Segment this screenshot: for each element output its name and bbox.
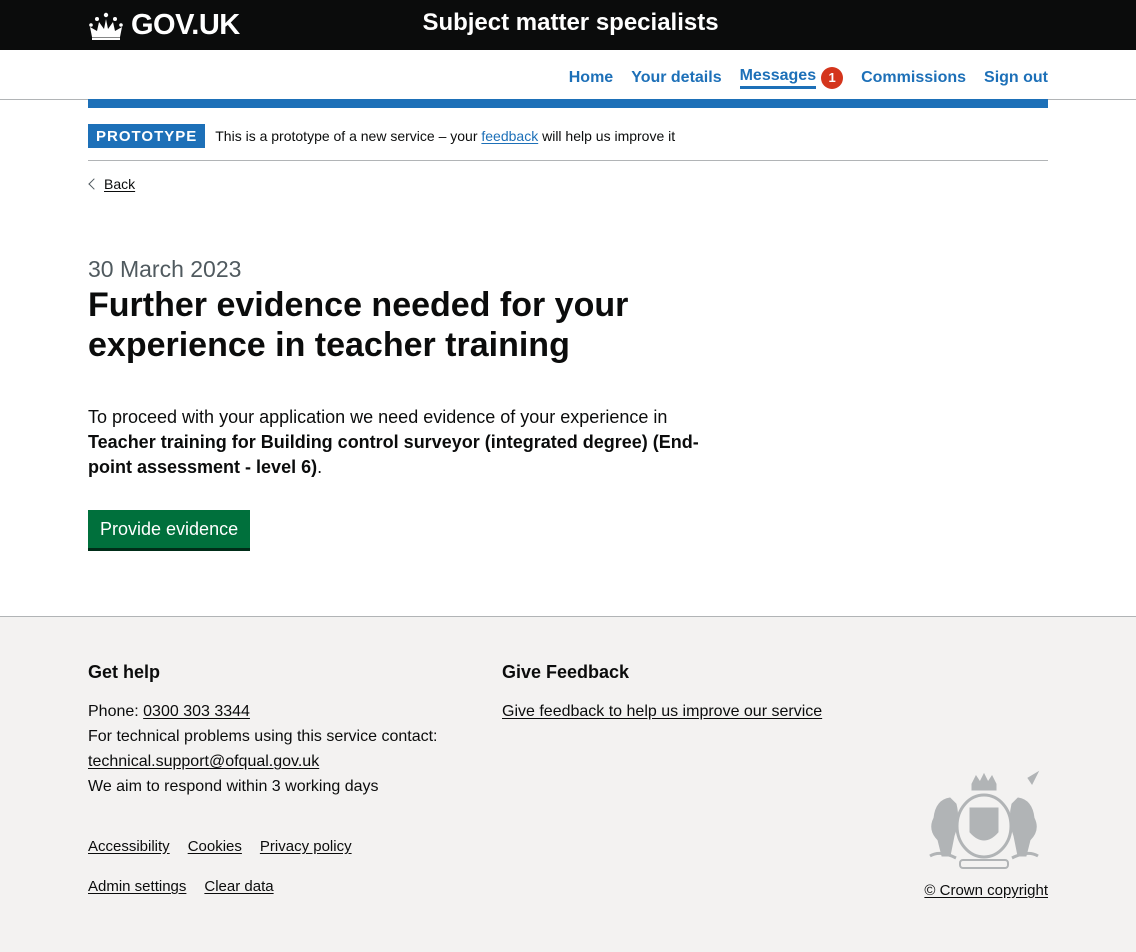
phone-line: Phone: 0300 303 3344	[88, 699, 437, 724]
nav-label: Messages	[739, 67, 817, 89]
chevron-left-icon	[88, 178, 100, 190]
nav-label: Commissions	[861, 69, 967, 86]
privacy-policy-link[interactable]: Privacy policy	[260, 838, 352, 855]
admin-settings-link[interactable]: Admin settings	[88, 878, 186, 895]
phase-tag: PROTOTYPE	[88, 124, 206, 148]
body-text: To proceed with your application we need…	[88, 405, 708, 480]
phase-text-before: This is a prototype of a new service – y…	[215, 128, 482, 144]
site-footer: Get help Phone: 0300 303 3344 For techni…	[0, 616, 1136, 952]
messages-count-badge: 1	[821, 67, 844, 89]
back-label: Back	[104, 176, 136, 192]
feedback-link[interactable]: feedback	[481, 128, 538, 144]
phone-link[interactable]: 0300 303 3344	[143, 703, 250, 720]
accessibility-link[interactable]: Accessibility	[88, 838, 170, 855]
sentence-end: .	[317, 457, 323, 477]
footer-links-row-1: Accessibility Cookies Privacy policy	[88, 838, 370, 855]
footer-links-row-2: Admin settings Clear data	[88, 878, 292, 895]
back-link[interactable]: Back	[88, 176, 135, 192]
intro-text: To proceed with your application we need…	[88, 407, 668, 427]
provide-evidence-button[interactable]: Provide evidence	[88, 510, 251, 548]
nav-label: Your details	[631, 69, 722, 86]
nav-item-home[interactable]: Home	[569, 69, 613, 87]
tech-support-text: For technical problems using this servic…	[88, 728, 438, 745]
qualification-name: Teacher training for Building control su…	[88, 432, 699, 477]
nav-label: Home	[568, 69, 614, 86]
phase-text: This is a prototype of a new service – y…	[215, 128, 675, 144]
header-blue-bar	[88, 99, 1048, 108]
get-help-section: Get help Phone: 0300 303 3344 For techni…	[88, 660, 437, 799]
clear-data-link[interactable]: Clear data	[204, 878, 273, 895]
crown-copyright-link[interactable]: © Crown copyright	[924, 882, 1048, 899]
service-navigation: Home Your details Messages 1 Commissions …	[0, 50, 1136, 100]
main-container: PROTOTYPE This is a prototype of a new s…	[88, 122, 1048, 548]
support-email-link[interactable]: technical.support@ofqual.gov.uk	[88, 753, 319, 770]
site-header: GOV.UK Subject matter specialists	[0, 0, 1136, 50]
nav-item-commissions[interactable]: Commissions	[861, 69, 966, 87]
give-feedback-section: Give Feedback Give feedback to help us i…	[502, 660, 822, 724]
phase-text-after: will help us improve it	[538, 128, 676, 144]
give-feedback-link[interactable]: Give feedback to help us improve our ser…	[502, 703, 822, 720]
nav-label: Sign out	[984, 69, 1048, 86]
date-caption: 30 March 2023	[88, 256, 242, 282]
nav-item-messages[interactable]: Messages 1	[739, 67, 844, 89]
page-title: Further evidence needed for your experie…	[88, 286, 629, 364]
get-help-heading: Get help	[88, 662, 161, 682]
phase-banner: PROTOTYPE This is a prototype of a new s…	[88, 122, 1048, 161]
nav-item-sign-out[interactable]: Sign out	[984, 69, 1048, 87]
cookies-link[interactable]: Cookies	[188, 838, 242, 855]
response-time-text: We aim to respond within 3 working days	[88, 778, 379, 795]
service-name: Subject matter specialists	[422, 9, 719, 36]
royal-coat-of-arms-icon	[929, 770, 1040, 869]
nav-item-your-details[interactable]: Your details	[631, 69, 721, 87]
phone-label: Phone:	[88, 703, 144, 720]
give-feedback-heading: Give Feedback	[502, 662, 630, 682]
